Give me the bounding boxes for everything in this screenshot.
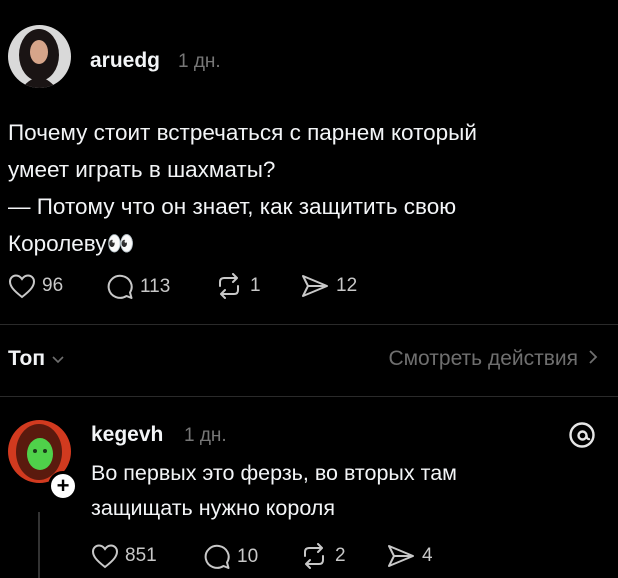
post-share-count: 12 — [336, 275, 358, 296]
comment-bubble-icon — [106, 273, 134, 300]
replies-sort-dropdown[interactable]: Топ — [8, 347, 65, 371]
post-text: Почему стоит встречаться с парнем которы… — [8, 114, 608, 262]
comment-bubble-icon — [203, 543, 231, 570]
view-activity-label: Смотреть действия — [388, 347, 578, 370]
chevron-right-icon — [588, 347, 598, 371]
send-icon — [386, 543, 416, 569]
threads-logo-icon[interactable] — [568, 421, 596, 454]
reply-text-line: защищать нужно короля — [91, 496, 335, 520]
reply-share-button[interactable]: 4 — [386, 543, 433, 569]
reply-comment-count: 10 — [237, 545, 259, 567]
send-icon — [300, 273, 330, 299]
post-share-button[interactable]: 12 — [300, 273, 357, 299]
post-text-line: умеет играть в шахматы? — [8, 157, 276, 182]
follow-button[interactable]: + — [48, 471, 78, 501]
reply-timestamp: 1 дн. — [184, 425, 227, 446]
post-repost-button[interactable]: 1 — [214, 273, 261, 299]
chevron-down-icon — [51, 347, 65, 371]
post-like-button[interactable]: 96 — [8, 273, 63, 299]
reply-text: Во первых это ферзь, во вторых там защищ… — [91, 456, 591, 526]
reply-repost-button[interactable]: 2 — [299, 543, 346, 569]
heart-icon — [91, 543, 119, 569]
post-comment-button[interactable]: 113 — [106, 273, 170, 300]
repost-icon — [214, 273, 244, 299]
reply-like-button[interactable]: 851 — [91, 543, 157, 569]
reply-share-count: 4 — [422, 545, 433, 566]
replies-sort-label: Топ — [8, 347, 46, 370]
post-author-username[interactable]: aruedg — [90, 49, 160, 73]
thread-connector-line — [38, 512, 40, 578]
post-text-line: Почему стоит встречаться с парнем которы… — [8, 120, 477, 145]
post-like-count: 96 — [42, 275, 64, 296]
divider — [0, 396, 618, 397]
post-author-avatar[interactable] — [8, 25, 71, 88]
post-timestamp: 1 дн. — [178, 51, 221, 72]
reply-repost-count: 2 — [335, 545, 346, 566]
reply-like-count: 851 — [125, 545, 157, 566]
reply-text-line: Во первых это ферзь, во вторых там — [91, 461, 457, 485]
post-text-line: Королеву👀 — [8, 231, 135, 256]
divider — [0, 324, 618, 325]
heart-icon — [8, 273, 36, 299]
post-comment-count: 113 — [140, 275, 171, 297]
repost-icon — [299, 543, 329, 569]
post-text-line: — Потому что он знает, как защитить свою — [8, 194, 457, 219]
reply-author-username[interactable]: kegevh — [91, 423, 163, 447]
reply-comment-button[interactable]: 10 — [203, 543, 258, 570]
post-repost-count: 1 — [250, 275, 261, 296]
view-activity-link[interactable]: Смотреть действия — [388, 347, 598, 371]
